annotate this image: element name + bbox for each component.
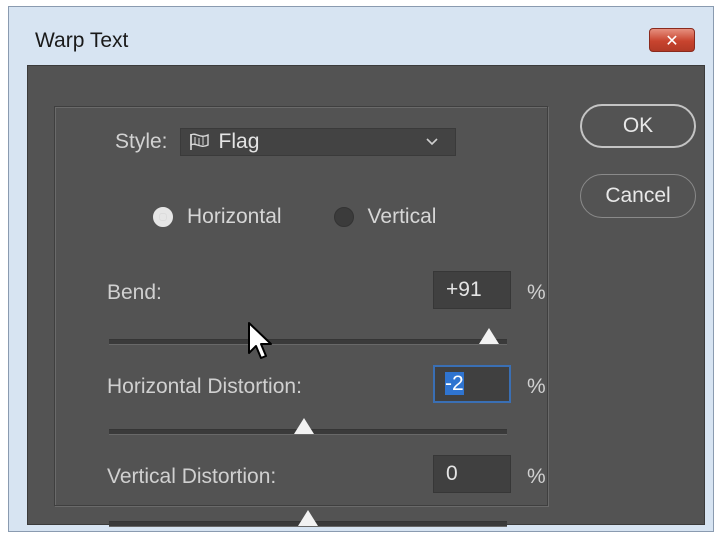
dialog-body: Style: Flag Horizontal Vertical Bend: +9…: [27, 65, 705, 527]
cancel-button-label: Cancel: [605, 184, 671, 207]
close-button[interactable]: ✕: [649, 28, 695, 52]
vertical-radio-label: Vertical: [367, 205, 437, 228]
horizontal-distortion-slider-thumb[interactable]: [294, 418, 315, 434]
ok-button-label: OK: [622, 114, 654, 137]
close-icon: ✕: [665, 30, 679, 50]
vertical-distortion-input[interactable]: 0: [433, 455, 511, 493]
style-row: Style: Flag: [107, 125, 464, 159]
radio-unselected-icon: [333, 207, 354, 227]
vertical-distortion-slider[interactable]: [109, 510, 507, 527]
ok-button[interactable]: OK: [580, 104, 696, 148]
vertical-distortion-unit: %: [527, 465, 546, 488]
bend-value: +91: [446, 278, 482, 301]
bend-unit: %: [527, 281, 546, 304]
cancel-button[interactable]: Cancel: [580, 174, 696, 218]
orientation-options: Horizontal Vertical: [153, 205, 488, 229]
chevron-down-icon: [425, 138, 438, 146]
flag-icon: [189, 133, 209, 150]
vertical-distortion-slider-thumb[interactable]: [298, 510, 318, 526]
warp-text-dialog: Warp Text ✕ Style: Flag Horizontal Verti…: [8, 6, 714, 532]
dialog-title: Warp Text: [35, 29, 129, 52]
horizontal-distortion-unit: %: [527, 375, 546, 398]
bend-slider[interactable]: [109, 328, 507, 345]
horizontal-distortion-input[interactable]: -2: [433, 365, 511, 403]
horizontal-distortion-value: -2: [445, 372, 464, 395]
style-value: Flag: [218, 130, 260, 153]
title-bar[interactable]: Warp Text ✕: [9, 7, 713, 65]
horizontal-radio-label: Horizontal: [187, 205, 282, 228]
radio-selected-icon: [153, 207, 173, 227]
horizontal-distortion-label: Horizontal Distortion:: [107, 375, 302, 398]
horizontal-radio[interactable]: Horizontal: [153, 205, 282, 229]
vertical-distortion-value: 0: [446, 462, 458, 485]
style-dropdown[interactable]: Flag: [179, 128, 456, 156]
style-label: Style:: [115, 130, 168, 153]
mouse-pointer-icon: [248, 322, 272, 359]
vertical-radio[interactable]: Vertical: [333, 205, 437, 229]
warp-settings-group: Style: Flag Horizontal Vertical Bend: +9…: [54, 106, 548, 527]
horizontal-distortion-slider[interactable]: [109, 418, 507, 435]
bend-slider-thumb[interactable]: [479, 328, 500, 344]
bend-input[interactable]: +91: [433, 271, 511, 309]
bend-label: Bend:: [107, 281, 162, 304]
vertical-distortion-label: Vertical Distortion:: [107, 465, 277, 488]
